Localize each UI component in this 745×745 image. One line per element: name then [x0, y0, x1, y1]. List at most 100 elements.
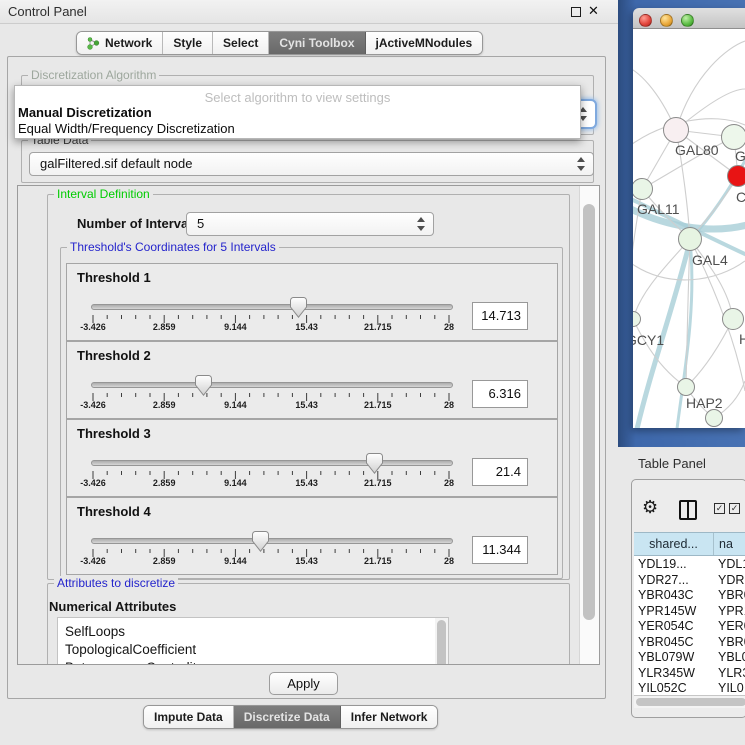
settings-scroll-pane: Interval Definition Number of Intervals … — [17, 185, 600, 665]
settings-vertical-scrollbar[interactable] — [579, 186, 599, 664]
float-window-icon[interactable] — [571, 7, 581, 17]
tab-label: Cyni Toolbox — [279, 36, 354, 50]
slider-thumb[interactable] — [290, 297, 307, 318]
threshold-value-field[interactable]: 21.4 — [472, 458, 528, 486]
network-view-window: GAL80GACGAL11GAL4GCY1HHAP2 — [633, 8, 745, 428]
table-row[interactable]: YLR345WYLR3 — [634, 665, 745, 681]
tab-cyni-toolbox[interactable]: Cyni Toolbox — [269, 32, 365, 54]
column-header-name[interactable]: na — [714, 533, 745, 555]
cell-name: YBR0 — [718, 635, 745, 649]
slider-tick-marks — [91, 315, 451, 324]
slider-track[interactable] — [91, 538, 453, 544]
node-label: GAL11 — [637, 201, 680, 217]
numerical-attributes-list[interactable]: SelfLoopsTopologicalCoefficientBetweenne… — [57, 617, 448, 665]
table-row[interactable]: YPR145WYPR1 — [634, 603, 745, 619]
tab-label: Select — [223, 36, 258, 50]
slider-tick-label: 21.715 — [364, 478, 392, 488]
column-layout-icon[interactable] — [679, 500, 697, 520]
slider-thumb[interactable] — [195, 375, 212, 396]
slider-track[interactable] — [91, 460, 453, 466]
checkbox-icon[interactable]: ✓ — [729, 503, 740, 514]
table-horizontal-scrollbar[interactable] — [634, 695, 745, 708]
tab-discretize-data[interactable]: Discretize Data — [234, 706, 341, 728]
slider-track[interactable] — [91, 304, 453, 310]
slider-tick-label: 28 — [444, 400, 454, 410]
network-node-h[interactable] — [722, 308, 744, 330]
node-label: GAL4 — [692, 252, 728, 268]
threshold-label: Threshold 3 — [77, 426, 151, 441]
network-canvas[interactable]: GAL80GACGAL11GAL4GCY1HHAP2 — [633, 29, 745, 428]
network-node-gal80[interactable] — [663, 117, 689, 143]
number-of-intervals-label: Number of Intervals — [77, 216, 199, 231]
network-node-ga[interactable] — [721, 124, 745, 150]
table-row[interactable]: YDR27...YDR2 — [634, 572, 745, 588]
node-label: GCY1 — [633, 332, 664, 348]
cell-shared-name: YBR043C — [638, 588, 694, 602]
apply-button[interactable]: Apply — [269, 672, 338, 695]
table-row[interactable]: YBR043CYBR0 — [634, 587, 745, 603]
network-window-titlebar[interactable] — [633, 8, 745, 29]
tab-impute-data[interactable]: Impute Data — [144, 706, 234, 728]
threshold-value-field[interactable]: 14.713 — [472, 302, 528, 330]
table-row[interactable]: YER054CYER0 — [634, 618, 745, 634]
tab-network[interactable]: Network — [77, 32, 163, 54]
cell-name: YER0 — [718, 619, 745, 633]
minimize-traffic-light-icon[interactable] — [660, 14, 673, 27]
slider-tick-marks — [91, 549, 451, 558]
slider-thumb[interactable] — [252, 531, 269, 552]
threshold-value-field[interactable]: 6.316 — [472, 380, 528, 408]
table-row[interactable]: YBL079WYBL0 — [634, 649, 745, 665]
attributes-list-scrollbar[interactable] — [435, 617, 449, 665]
threshold-value-field[interactable]: 11.344 — [472, 536, 528, 564]
dropdown-placeholder-option[interactable]: Select algorithm to view settings — [15, 90, 580, 105]
number-of-intervals-combobox[interactable]: 5 — [186, 212, 434, 236]
scrollbar-thumb[interactable] — [636, 698, 745, 706]
slider-tick-label: -3.426 — [80, 400, 106, 410]
table-row[interactable]: YDL19...YDL1 — [634, 556, 745, 572]
slider-thumb[interactable] — [366, 453, 383, 474]
network-node-c[interactable] — [727, 165, 745, 187]
tab-label: Impute Data — [154, 710, 223, 724]
network-node[interactable] — [705, 409, 723, 427]
slider-tick-label: 28 — [444, 478, 454, 488]
attribute-list-item[interactable]: SelfLoops — [58, 623, 447, 641]
table-row[interactable]: YBR045CYBR0 — [634, 634, 745, 650]
group-title: Threshold's Coordinates for 5 Intervals — [67, 240, 279, 254]
column-header-shared-name[interactable]: shared... — [634, 533, 714, 555]
cell-shared-name: YIL052C — [638, 681, 687, 695]
network-node-gal4[interactable] — [678, 227, 702, 251]
cyni-toolbox-panel: Discretization Algorithm Select algorith… — [7, 56, 606, 699]
dropdown-option-manual-discretization[interactable]: Manual Discretization — [18, 105, 152, 120]
threshold-panel-2: Threshold 2-3.4262.8599.14415.4321.71528… — [66, 341, 558, 419]
slider-track[interactable] — [91, 382, 453, 388]
slider-tick-label: 15.43 — [295, 556, 318, 566]
threshold-panel-1: Threshold 1-3.4262.8599.14415.4321.71528… — [66, 263, 558, 341]
slider-tick-label: 9.144 — [224, 478, 247, 488]
tab-jactivemnodules[interactable]: jActiveMNodules — [366, 32, 483, 54]
gear-icon[interactable]: ⚙ — [642, 497, 658, 517]
close-icon[interactable]: ✕ — [588, 3, 599, 19]
zoom-traffic-light-icon[interactable] — [681, 14, 694, 27]
scrollbar-thumb[interactable] — [437, 620, 446, 665]
table-row[interactable]: YIL052CYIL0 — [634, 680, 745, 695]
network-node-hap2[interactable] — [677, 378, 695, 396]
close-traffic-light-icon[interactable] — [639, 14, 652, 27]
top-tab-bar: Network Style Select Cyni Toolbox jActiveMNo… — [76, 31, 483, 55]
slider-tick-marks — [91, 471, 451, 480]
threshold-panel-3: Threshold 3-3.4262.8599.14415.4321.71528… — [66, 419, 558, 497]
checkbox-icon[interactable]: ✓ — [714, 503, 725, 514]
slider-tick-marks — [91, 393, 451, 402]
slider-tick-label: 15.43 — [295, 400, 318, 410]
tab-select[interactable]: Select — [213, 32, 269, 54]
tab-style[interactable]: Style — [163, 32, 213, 54]
cell-name: YDR2 — [718, 573, 745, 587]
cell-name: YBL0 — [718, 650, 745, 664]
bottom-tab-bar: Impute Data Discretize DataInfer Network — [143, 705, 438, 729]
attribute-list-item[interactable]: BetweennessCentrality — [58, 659, 447, 665]
attribute-list-item[interactable]: TopologicalCoefficient — [58, 641, 447, 659]
tab-label: Style — [173, 36, 202, 50]
dropdown-option-equal-width-frequency[interactable]: Equal Width/Frequency Discretization — [18, 121, 235, 136]
tab-infer-network[interactable]: Infer Network — [341, 706, 438, 728]
scrollbar-thumb[interactable] — [583, 204, 595, 620]
table-data-combobox[interactable]: galFiltered.sif default node — [29, 152, 594, 176]
